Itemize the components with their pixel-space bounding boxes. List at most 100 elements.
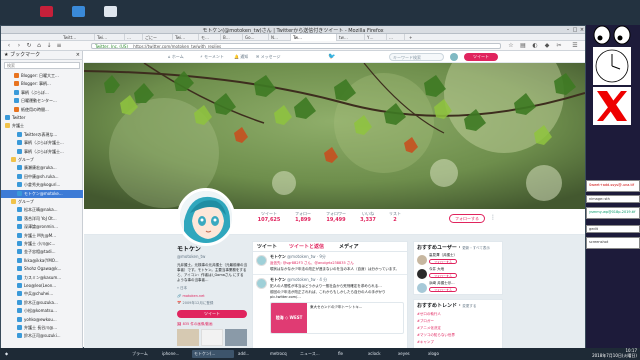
desktop-window[interactable]: Sweet+add-ssys@-una.tif <box>586 180 640 192</box>
bookmark-item[interactable]: Twitterの表現な... <box>1 131 83 139</box>
avatar[interactable] <box>417 269 427 279</box>
bookmark-item[interactable]: Leo@leo(Leon... <box>1 282 83 290</box>
stat-following[interactable]: フォロー 1,899 <box>288 211 318 223</box>
tweet[interactable]: モトケン @motoken_tw · 4 分 犯人の人間性が本当はどうかより一般… <box>253 275 407 336</box>
tab-tweets-replies[interactable]: ツイートと返信 <box>289 243 324 251</box>
trend-item[interactable]: #マツコの知らない世界 <box>414 332 502 339</box>
bookmark-item[interactable]: 弁護士 <box>1 122 83 130</box>
taskbar-item[interactable]: ブラーム <box>130 350 158 358</box>
bookmark-item[interactable]: モトケン@motoke... <box>1 189 83 198</box>
taskbar-item[interactable]: metrocq <box>268 350 296 358</box>
browser-tab[interactable]: Y… <box>365 34 387 41</box>
new-tab-icon[interactable]: + <box>407 34 417 41</box>
nav-notifications[interactable]: 🔔 通知 <box>234 53 248 61</box>
tweet-author[interactable]: モトケン <box>270 254 286 259</box>
maximize-icon[interactable]: □ <box>572 27 578 33</box>
trend-item[interactable]: #ゼロの執行人 <box>414 311 502 318</box>
photo-thumbnail[interactable] <box>225 329 247 346</box>
browser-tab[interactable]: Twi… <box>173 34 199 41</box>
taskbar-item[interactable]: xclock <box>366 350 388 358</box>
bookmark-item[interactable]: 小松@komatsu... <box>1 307 83 315</box>
taskbar-item[interactable]: iphone... <box>160 350 188 358</box>
profile-tweet-button[interactable]: ツイート <box>177 310 247 318</box>
taskbar-item[interactable]: xeyes <box>396 350 418 358</box>
taskbar-item[interactable]: fle <box>336 350 352 358</box>
bookmark-star-icon[interactable]: ☆ <box>507 42 515 50</box>
start-menu-icon[interactable]: ◆ <box>3 350 10 358</box>
back-icon[interactable]: ‹ <box>5 42 13 50</box>
bookmark-item[interactable]: 弁護士 M先@M... <box>1 232 83 240</box>
close-sidebar-icon[interactable]: × <box>76 51 80 60</box>
bookmark-item[interactable]: 田中康@sh.ruka... <box>1 173 83 181</box>
avatar[interactable] <box>450 53 458 61</box>
bookmark-item[interactable]: Blogger: 日曜大工... <box>1 72 83 80</box>
reader-icon[interactable]: ▤ <box>519 42 527 50</box>
tab-media[interactable]: メディア <box>339 243 359 251</box>
home-icon[interactable]: ⌂ <box>35 42 43 50</box>
link-card[interactable]: 陸海 ◇ WEST 東大セカンドの少年トーシトキ… <box>270 302 404 334</box>
desktop-window[interactable]: nimage::sth <box>586 195 640 203</box>
browser-tab[interactable]: … <box>125 34 143 41</box>
trend-item[interactable]: #キャンプ <box>414 339 502 346</box>
bookmark-item[interactable]: yohko@ewkou... <box>1 316 83 324</box>
reload-icon[interactable]: ↻ <box>25 42 33 50</box>
browser-tab[interactable]: … <box>387 34 405 41</box>
suggested-user[interactable]: 浜崎 弁護士@… フォローする <box>414 281 502 295</box>
profile-avatar[interactable] <box>177 188 235 246</box>
sync-icon[interactable]: ◐ <box>531 42 539 50</box>
browser-tab[interactable]: Twi… <box>95 34 125 41</box>
terminal-icon[interactable] <box>104 6 117 17</box>
nav-moments[interactable]: ⚡ モーメント <box>200 53 224 61</box>
browser-tab[interactable]: Twitt… <box>61 34 95 41</box>
bookmark-item[interactable]: 鈴木正@suzuka... <box>1 299 83 307</box>
desktop-window[interactable]: gedit <box>586 225 640 233</box>
nav-home[interactable]: ⌂ ホーム <box>168 53 184 61</box>
bookmark-item[interactable]: 金子忠相@tadi... <box>1 248 83 256</box>
title-bar[interactable]: モトケン(@motoken_tw)さん | Twitterから送信付きツイート … <box>1 26 585 34</box>
trends-meta[interactable]: 変更する <box>462 304 476 308</box>
trend-item[interactable]: #アニメ化決定 <box>414 325 502 332</box>
screenshot-icon[interactable]: ✂ <box>555 42 563 50</box>
site-identity[interactable]: Twitter, Inc. (US) <box>95 44 128 48</box>
bookmark-item[interactable]: 松本正晴@naka... <box>1 206 83 214</box>
avatar[interactable] <box>256 278 267 289</box>
bookmark-item[interactable]: 日曜運動センター... <box>1 97 83 105</box>
stat-followers[interactable]: フォロワー 19,499 <box>320 211 352 223</box>
profile-handle[interactable]: @motoken_tw <box>177 254 247 259</box>
bookmark-item[interactable]: Shohz Ogawa@k... <box>1 265 83 273</box>
bookmark-item[interactable]: Ikka@ikka(YMO... <box>1 257 83 265</box>
reply-to[interactable]: 返信先: @sgr8B2F3 さん、@anolgrtz238835 さん <box>270 261 354 265</box>
tab-tweets[interactable]: ツイート <box>257 243 277 251</box>
suggested-user[interactable]: 今井 大地 フォローする <box>414 267 502 281</box>
bookmark-item[interactable]: カスミン@kasum... <box>1 274 83 282</box>
browser-tab[interactable]: B… <box>221 34 243 41</box>
bookmark-item[interactable]: グループ <box>1 156 83 164</box>
close-icon[interactable]: × <box>579 27 585 33</box>
taskbar-clock[interactable]: 10:17 2018年7月10日(火曜日) <box>592 348 637 358</box>
bookmark-item[interactable]: 中兵@chuhei... <box>1 290 83 298</box>
avatar[interactable] <box>417 283 427 293</box>
browser-tab[interactable]: ごにー <box>143 34 173 41</box>
tweet[interactable]: モトケン @motoken_tw · 9分 返信先: @sgr8B2F3 さん、… <box>253 252 407 275</box>
user-name[interactable]: 浜崎 弁護士@… <box>429 281 502 286</box>
app-icon-red[interactable] <box>40 6 53 17</box>
avatar[interactable] <box>256 255 267 266</box>
follow-user-button[interactable]: フォローする <box>429 259 457 264</box>
nav-messages[interactable]: ✉ メッセージ <box>256 53 281 61</box>
bookmark-item[interactable]: 小倉秀夫@koguri... <box>1 181 83 189</box>
bookmark-item[interactable]: 紙使用の時間... <box>1 106 83 114</box>
files-icon[interactable] <box>72 6 85 17</box>
profile-name[interactable]: モトケン <box>177 244 247 253</box>
stat-lists[interactable]: リスト 2 <box>384 211 406 223</box>
bookmark-item[interactable]: 鈴木正司@suzuki... <box>1 332 83 340</box>
avatar[interactable] <box>417 255 427 265</box>
download-icon[interactable]: ↓ <box>45 42 53 50</box>
trend-item[interactable]: #ブロガー <box>414 318 502 325</box>
taskbar-item[interactable]: xlogo <box>426 350 448 358</box>
bookmark-item[interactable]: Twitter <box>1 114 83 122</box>
profile-link[interactable]: 🔗 motoken.net <box>177 294 247 298</box>
bookmark-item[interactable]: グループ <box>1 198 83 206</box>
suggested-user[interactable]: 高見澤（弁護士） フォローする <box>414 253 502 267</box>
taskbar-item[interactable]: add... <box>236 350 258 358</box>
bookmark-item[interactable]: 廣瀬康宏@ruka... <box>1 164 83 172</box>
